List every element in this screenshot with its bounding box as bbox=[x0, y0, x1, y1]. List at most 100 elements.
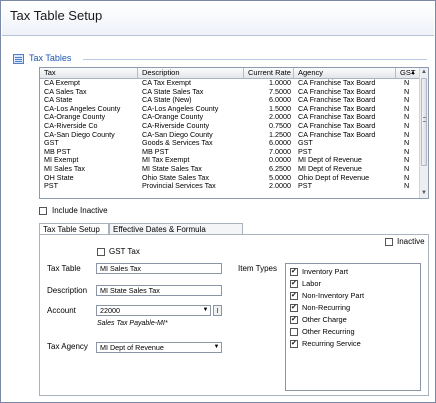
table-row[interactable]: GST Goods & Services Tax 6.0000 GST N bbox=[40, 139, 420, 148]
cell-gst: N bbox=[404, 87, 410, 96]
account-dropdown[interactable]: 22000 ▼ bbox=[96, 305, 211, 316]
item-type-label: Recurring Service bbox=[302, 339, 361, 348]
cell-tax: CA Sales Tax bbox=[44, 87, 87, 96]
cell-gst: N bbox=[404, 182, 410, 191]
tax-tables-section-header: Tax Tables bbox=[13, 53, 431, 67]
tax-table-input[interactable]: MI Sales Tax bbox=[96, 263, 222, 274]
item-type-label: Non-Inventory Part bbox=[302, 291, 365, 300]
cell-description: MI State Sales Tax bbox=[142, 164, 202, 173]
tax-table-setup-window: Tax Table Setup Tax Tables Tax Descripti… bbox=[0, 0, 436, 403]
grid-vertical-scrollbar[interactable]: ▲ ▼ bbox=[419, 68, 428, 198]
table-row[interactable]: CA-Orange County CA-Orange County 2.0000 CA… bbox=[40, 113, 420, 122]
grid-body: CA Exempt CA Tax Exempt 1.0000 CA Franchise… bbox=[40, 79, 420, 191]
cell-agency: GST bbox=[298, 139, 313, 148]
cell-gst: N bbox=[404, 104, 410, 113]
cell-current-rate: 2.0000 bbox=[269, 113, 291, 122]
table-row[interactable]: CA-San Diego County CA-San Diego County 1.… bbox=[40, 131, 420, 140]
cell-current-rate: 6.0000 bbox=[269, 96, 291, 105]
table-row[interactable]: PST Provincial Services Tax 2.0000 PST N bbox=[40, 182, 420, 191]
cell-agency: CA Franchise Tax Board bbox=[298, 130, 376, 139]
table-row[interactable]: MI Exempt MI Tax Exempt 0.0000 MI Dept of R… bbox=[40, 156, 420, 165]
column-header-agency[interactable]: Agency bbox=[294, 68, 396, 79]
section-title: Tax Tables bbox=[29, 53, 72, 63]
description-input[interactable]: MI State Sales Tax bbox=[96, 285, 222, 296]
cell-current-rate: 1.5000 bbox=[269, 104, 291, 113]
table-row[interactable]: CA State CA State (New) 6.0000 CA Franchise… bbox=[40, 96, 420, 105]
table-row[interactable]: OH State Ohio State Sales Tax 5.0000 Ohio D… bbox=[40, 174, 420, 183]
scrollbar-thumb[interactable] bbox=[421, 78, 427, 166]
item-type-checkbox[interactable] bbox=[290, 315, 298, 325]
section-divider bbox=[83, 59, 427, 60]
cell-description: MB PST bbox=[142, 147, 169, 156]
grip-icon bbox=[423, 117, 426, 122]
cell-description: CA-Orange County bbox=[142, 113, 204, 122]
item-type-checkbox[interactable] bbox=[290, 303, 298, 313]
cell-current-rate: 6.2500 bbox=[269, 164, 291, 173]
cell-description: Provincial Services Tax bbox=[142, 182, 216, 191]
item-type-checkbox[interactable] bbox=[290, 291, 298, 301]
item-type-checkbox[interactable] bbox=[290, 279, 298, 289]
account-label: Account bbox=[47, 306, 76, 315]
tax-table-label: Tax Table bbox=[47, 264, 81, 273]
account-lookup-button[interactable] bbox=[213, 305, 222, 316]
cell-agency: CA Franchise Tax Board bbox=[298, 96, 376, 105]
column-header-description[interactable]: Description bbox=[138, 68, 244, 79]
window-title: Tax Table Setup bbox=[10, 8, 103, 23]
include-inactive-label: Include Inactive bbox=[52, 206, 108, 215]
table-row[interactable]: CA-Riverside Co CA-Riverside County 0.7500… bbox=[40, 122, 420, 131]
scroll-up-icon[interactable]: ▲ bbox=[420, 68, 428, 77]
cell-agency: CA Franchise Tax Board bbox=[298, 113, 376, 122]
item-type-checkbox[interactable] bbox=[290, 328, 298, 336]
account-value: 22000 bbox=[100, 306, 120, 315]
table-row[interactable]: CA Exempt CA Tax Exempt 1.0000 CA Franchise… bbox=[40, 79, 420, 88]
chevron-down-icon[interactable]: ▼ bbox=[201, 306, 210, 315]
cell-tax: GST bbox=[44, 139, 59, 148]
grid-icon bbox=[13, 54, 24, 64]
column-header-tax[interactable]: Tax bbox=[40, 68, 138, 79]
gst-tax-checkbox[interactable] bbox=[97, 248, 105, 256]
table-row[interactable]: CA Sales Tax CA State Sales Tax 7.5000 CA F… bbox=[40, 88, 420, 97]
tax-tables-grid[interactable]: Tax Description Current Rate Agency GST ▲… bbox=[39, 67, 429, 199]
cell-description: CA State (New) bbox=[142, 96, 192, 105]
cell-tax: CA-Orange County bbox=[44, 113, 106, 122]
tax-agency-dropdown[interactable]: MI Dept of Revenue ▼ bbox=[96, 342, 222, 353]
table-row[interactable]: MI Sales Tax MI State Sales Tax 6.2500 MI D… bbox=[40, 165, 420, 174]
cell-tax: MI Exempt bbox=[44, 156, 79, 165]
cell-tax: CA-Los Angeles County bbox=[44, 104, 121, 113]
item-type-checkbox[interactable] bbox=[290, 267, 298, 277]
cell-current-rate: 5.0000 bbox=[269, 173, 291, 182]
column-header-gst[interactable]: GST ▲ bbox=[396, 68, 420, 79]
cell-description: MI Tax Exempt bbox=[142, 156, 190, 165]
scroll-down-icon[interactable]: ▼ bbox=[420, 189, 428, 198]
cell-tax: CA-Riverside Co bbox=[44, 121, 98, 130]
table-row[interactable]: CA-Los Angeles County CA-Los Angeles Coun… bbox=[40, 105, 420, 114]
cell-agency: CA Franchise Tax Board bbox=[298, 121, 376, 130]
cell-agency: MI Dept of Revenue bbox=[298, 164, 362, 173]
item-types-list[interactable]: Inventory Part Labor Non-Inventory Part Non… bbox=[285, 263, 421, 391]
item-type-label: Inventory Part bbox=[302, 267, 349, 276]
cell-agency: CA Franchise Tax Board bbox=[298, 79, 376, 87]
cell-current-rate: 7.0000 bbox=[269, 147, 291, 156]
tax-agency-label: Tax Agency bbox=[47, 342, 88, 351]
cell-description: CA-Los Angeles County bbox=[142, 104, 219, 113]
cell-current-rate: 0.7500 bbox=[269, 121, 291, 130]
sort-arrow-icon: ▲ bbox=[410, 70, 416, 76]
cell-gst: N bbox=[404, 96, 410, 105]
inactive-checkbox[interactable] bbox=[385, 238, 393, 246]
item-type-label: Labor bbox=[302, 279, 321, 288]
cell-gst: N bbox=[404, 173, 410, 182]
cell-current-rate: 0.0000 bbox=[269, 156, 291, 165]
item-type-checkbox[interactable] bbox=[290, 339, 298, 349]
cell-current-rate: 1.0000 bbox=[269, 79, 291, 87]
column-header-current-rate[interactable]: Current Rate bbox=[244, 68, 294, 79]
cell-tax: CA-San Diego County bbox=[44, 130, 115, 139]
cell-gst: N bbox=[404, 79, 410, 87]
cell-gst: N bbox=[404, 139, 410, 148]
cell-tax: OH State bbox=[44, 173, 74, 182]
table-row[interactable]: MB PST MB PST 7.0000 PST N bbox=[40, 148, 420, 157]
include-inactive-checkbox[interactable] bbox=[39, 207, 47, 215]
cell-current-rate: 6.0000 bbox=[269, 139, 291, 148]
chevron-down-icon[interactable]: ▼ bbox=[212, 343, 221, 352]
item-types-label: Item Types bbox=[238, 264, 277, 273]
cell-description: CA Tax Exempt bbox=[142, 79, 192, 87]
